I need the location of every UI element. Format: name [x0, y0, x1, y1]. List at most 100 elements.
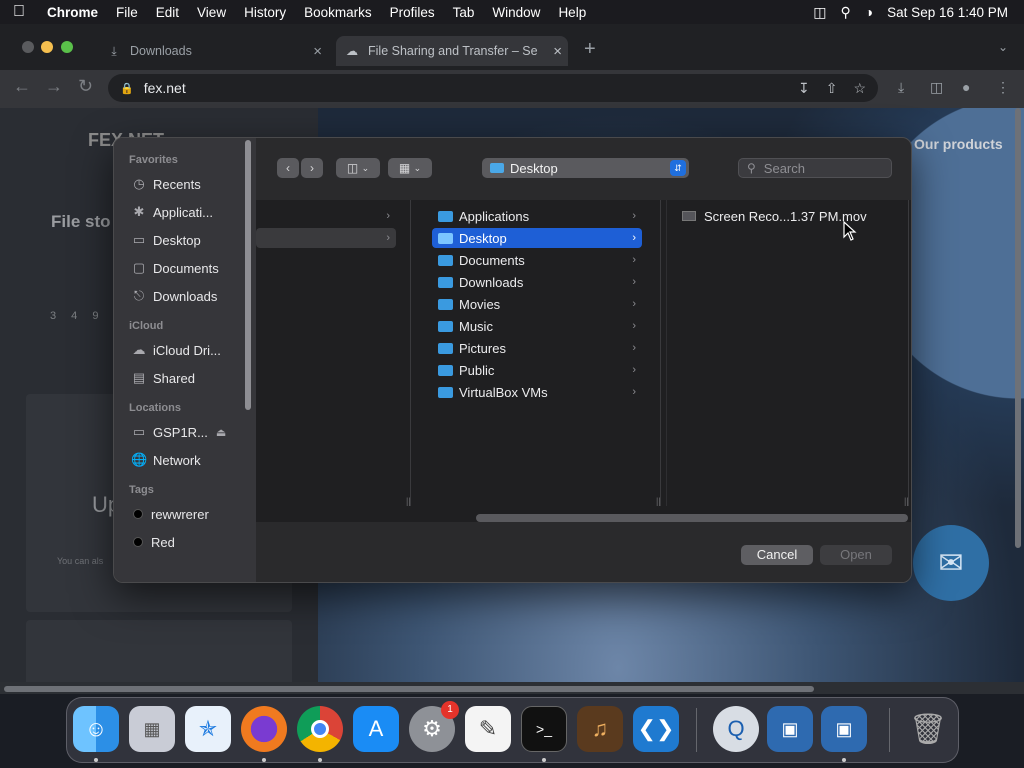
- tab-fex[interactable]: ☁ File Sharing and Transfer – Se ×: [336, 36, 568, 66]
- column1-row-selected[interactable]: ›: [256, 228, 396, 248]
- forward-arrow-icon[interactable]: →: [45, 76, 63, 97]
- close-tab-icon[interactable]: ×: [553, 43, 562, 60]
- cancel-button[interactable]: Cancel: [741, 545, 813, 565]
- column1-row[interactable]: ›: [256, 206, 396, 226]
- lock-icon[interactable]: 🔒: [120, 82, 134, 95]
- system-settings-icon[interactable]: ⚙ 1: [409, 701, 459, 752]
- open-button[interactable]: Open: [820, 545, 892, 565]
- page-horizontal-scroll-thumb[interactable]: [4, 686, 814, 692]
- menu-file[interactable]: File: [107, 5, 147, 20]
- sidebar-item-icloud-drive[interactable]: ☁ iCloud Dri...: [114, 336, 256, 364]
- url-text[interactable]: fex.net: [144, 80, 186, 96]
- page-vertical-scroll-thumb[interactable]: [1015, 108, 1021, 548]
- folder-row[interactable]: Music ›: [432, 316, 642, 336]
- mail-icon[interactable]: ✉: [913, 525, 989, 601]
- textedit-icon[interactable]: ✎: [465, 706, 511, 752]
- safari-icon[interactable]: ✯: [185, 706, 231, 752]
- column-divider[interactable]: [660, 200, 661, 506]
- minimize-window-button[interactable]: [41, 41, 53, 53]
- sidebar-item-desktop[interactable]: ▭ Desktop: [114, 226, 256, 254]
- back-chevron-icon[interactable]: ‹: [277, 158, 299, 178]
- folder-row[interactable]: Downloads ›: [432, 272, 642, 292]
- garageband-icon[interactable]: ♫: [577, 706, 623, 752]
- back-arrow-icon[interactable]: ←: [13, 76, 31, 97]
- zoom-window-button[interactable]: [61, 41, 73, 53]
- spotlight-search-icon[interactable]: ⚲: [840, 4, 850, 21]
- file-row[interactable]: Screen Reco...1.37 PM.mov: [682, 206, 902, 226]
- folder-row[interactable]: VirtualBox VMs ›: [432, 382, 642, 402]
- menu-profiles[interactable]: Profiles: [381, 5, 444, 20]
- group-by-button[interactable]: ▦ ⌄: [388, 158, 432, 178]
- close-tab-icon[interactable]: ×: [313, 43, 322, 60]
- folder-row[interactable]: Documents ›: [432, 250, 642, 270]
- control-center-icon[interactable]: ◑: [865, 4, 873, 20]
- downloads-icon[interactable]: ⤓: [898, 79, 904, 96]
- search-field[interactable]: ⚲ Search: [738, 158, 892, 178]
- sidebar-item-network[interactable]: 🌐 Network: [114, 446, 256, 474]
- column-resize-handle[interactable]: ||: [406, 496, 411, 506]
- apple-menu-icon[interactable]: : [0, 3, 38, 21]
- browser-horizontal-scroll-thumb[interactable]: [476, 514, 908, 522]
- tab-downloads[interactable]: ⤓ Downloads ×: [96, 36, 328, 66]
- vscode-icon[interactable]: ❮❯: [633, 706, 679, 752]
- sidebar-item-shared[interactable]: ▤ Shared: [114, 364, 256, 392]
- folder-row[interactable]: Pictures ›: [432, 338, 642, 358]
- notification-badge: 1: [441, 701, 459, 719]
- folder-row[interactable]: Public ›: [432, 360, 642, 380]
- app-store-icon[interactable]: A: [353, 706, 399, 752]
- location-popup[interactable]: Desktop ⇵: [482, 158, 689, 178]
- terminal-icon[interactable]: >_: [521, 706, 567, 752]
- folder-row[interactable]: Movies ›: [432, 294, 642, 314]
- sidebar-item-recents[interactable]: ◷ Recents: [114, 170, 256, 198]
- sidebar-item-drive[interactable]: ▭ GSP1R... ⏏: [114, 418, 256, 446]
- menu-bookmarks[interactable]: Bookmarks: [295, 5, 381, 20]
- column-divider[interactable]: [410, 200, 411, 506]
- sidebar-tag-rewwrerer[interactable]: rewwrerer: [114, 500, 256, 528]
- forward-chevron-icon[interactable]: ›: [301, 158, 323, 178]
- reload-icon[interactable]: ↻: [78, 76, 93, 97]
- sidebar-item-documents[interactable]: ▢ Documents: [114, 254, 256, 282]
- menu-window[interactable]: Window: [483, 5, 549, 20]
- trash-icon[interactable]: 🗑: [905, 706, 951, 752]
- sidebar-scroll-thumb[interactable]: [245, 140, 251, 410]
- column-resize-handle[interactable]: ||: [904, 496, 909, 506]
- column-resize-handle[interactable]: ||: [656, 496, 661, 506]
- column-browser: › › || Applications › Desktop › Documents ›…: [256, 200, 911, 522]
- sidebar-item-applications[interactable]: ✱ Applicati...: [114, 198, 256, 226]
- share-icon[interactable]: ⇧: [826, 80, 838, 97]
- virtualbox-vm-icon[interactable]: ▣: [821, 706, 867, 752]
- column-divider[interactable]: [908, 200, 909, 506]
- bookmark-star-icon[interactable]: ☆: [853, 80, 866, 97]
- chevron-right-icon: ›: [632, 342, 636, 354]
- screen-mirroring-icon[interactable]: ◫: [813, 4, 826, 21]
- column-view-button[interactable]: ◫ ⌄: [336, 158, 380, 178]
- menu-help[interactable]: Help: [549, 5, 595, 20]
- quicktime-icon[interactable]: Q: [713, 706, 759, 752]
- our-products-link[interactable]: Our products: [914, 136, 1003, 152]
- menu-view[interactable]: View: [188, 5, 235, 20]
- menu-history[interactable]: History: [235, 5, 295, 20]
- finder-icon[interactable]: ☺: [73, 706, 119, 752]
- menu-edit[interactable]: Edit: [147, 5, 188, 20]
- menu-tab[interactable]: Tab: [444, 5, 484, 20]
- profile-icon[interactable]: ●: [962, 79, 970, 95]
- folder-row-selected[interactable]: Desktop ›: [432, 228, 642, 248]
- new-tab-icon[interactable]: +: [584, 38, 596, 61]
- folder-row[interactable]: Applications ›: [432, 206, 642, 226]
- side-panel-icon[interactable]: ◫: [930, 79, 943, 96]
- eject-icon[interactable]: ⏏: [216, 426, 226, 439]
- firefox-icon[interactable]: [241, 706, 287, 752]
- virtualbox-icon[interactable]: ▣: [767, 706, 813, 752]
- more-menu-icon[interactable]: ⋮: [996, 79, 1010, 96]
- menu-app-name[interactable]: Chrome: [38, 5, 107, 20]
- sidebar-tag-red[interactable]: Red: [114, 528, 256, 556]
- address-bar[interactable]: 🔒 fex.net ↧ ⇧ ☆: [108, 74, 878, 102]
- tab-search-chevron-icon[interactable]: ⌄: [998, 40, 1008, 54]
- chrome-icon[interactable]: [297, 706, 343, 752]
- launchpad-icon[interactable]: ▦: [129, 706, 175, 752]
- chevron-right-icon: ›: [632, 254, 636, 266]
- menu-clock[interactable]: Sat Sep 16 1:40 PM: [887, 5, 1008, 20]
- sidebar-item-downloads[interactable]: ⎋ Downloads: [114, 282, 256, 310]
- close-window-button[interactable]: [22, 41, 34, 53]
- install-app-icon[interactable]: ↧: [798, 80, 810, 97]
